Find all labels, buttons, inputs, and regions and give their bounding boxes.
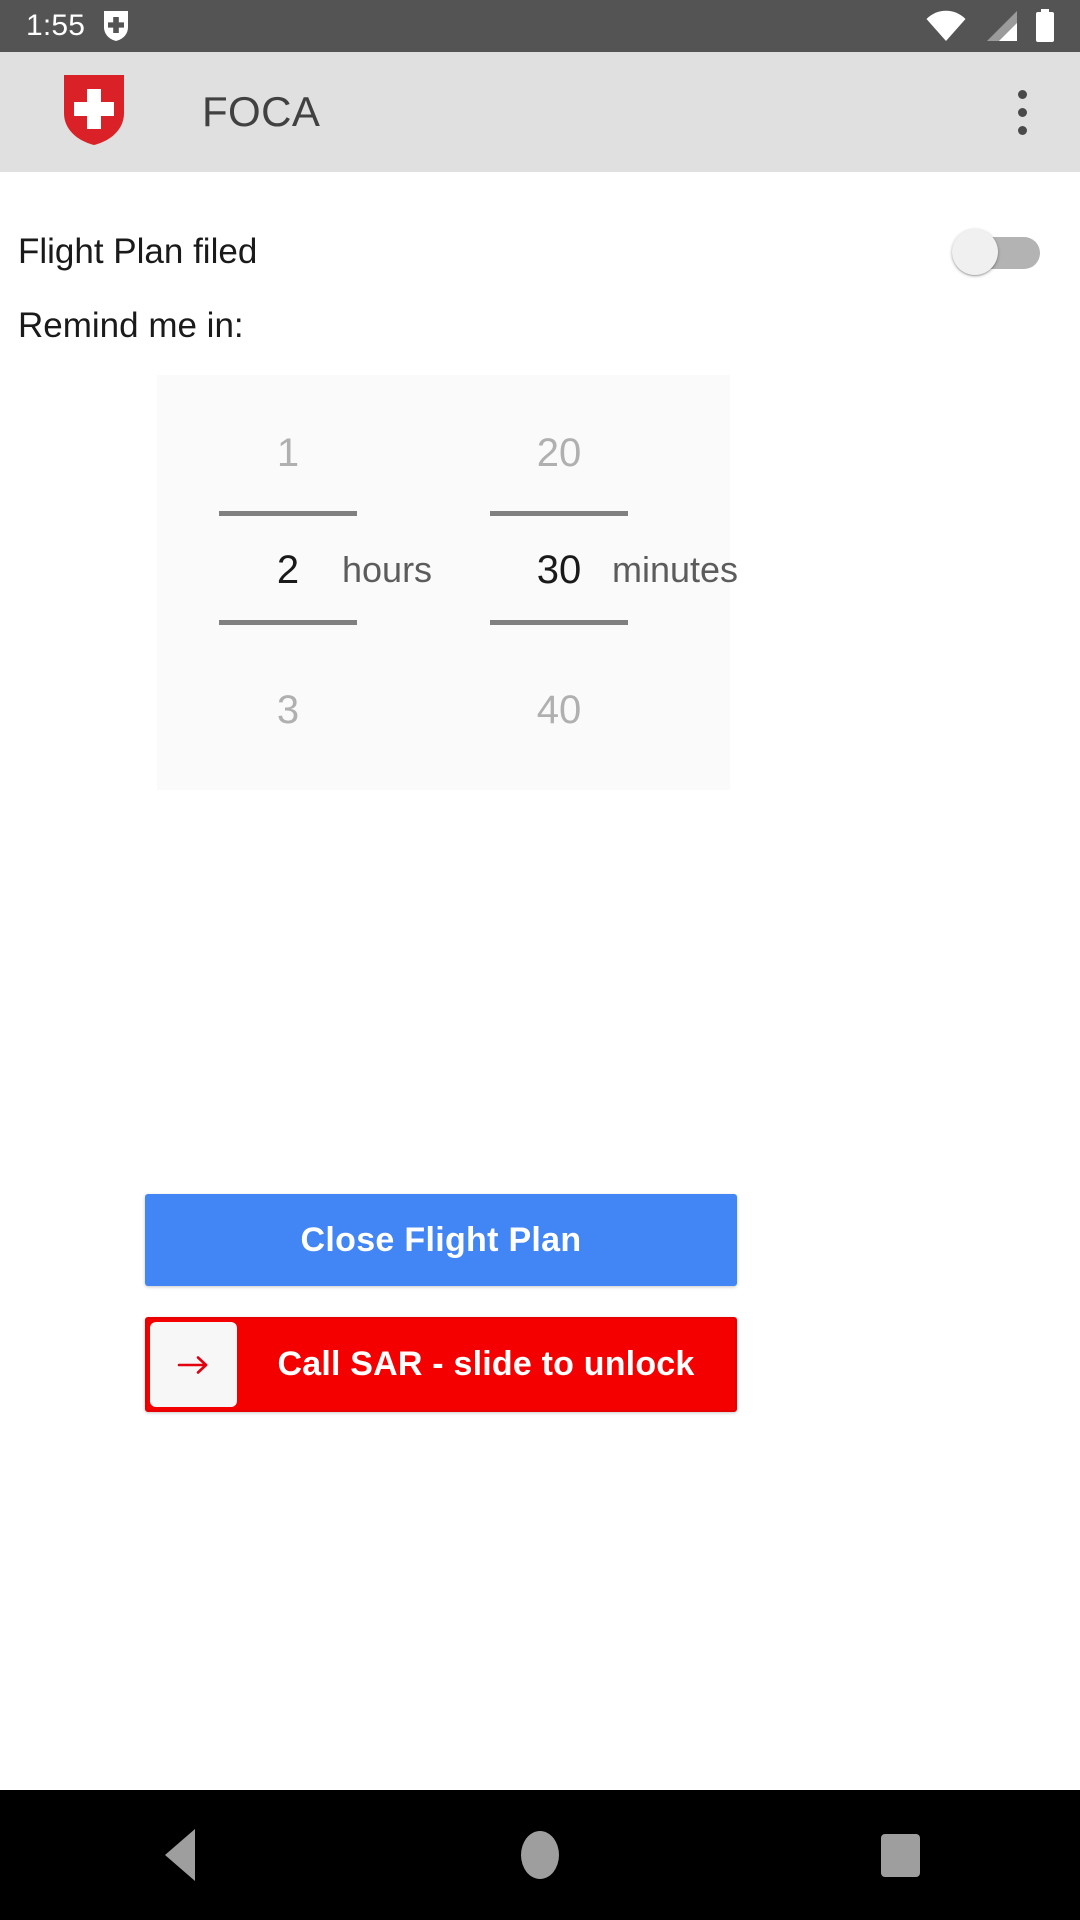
app-screen: 1:55 FOCA Flight Plan filed Remind me in… (0, 0, 1080, 1920)
hours-divider-top (219, 511, 357, 516)
more-options-icon[interactable] (992, 74, 1052, 150)
call-sar-slide-to-unlock[interactable]: Call SAR - slide to unlock (145, 1317, 737, 1412)
nav-home-button[interactable] (360, 1790, 720, 1920)
hours-divider-bottom (219, 620, 357, 625)
status-bar-clock: 1:55 (26, 9, 86, 42)
flight-plan-filed-row: Flight Plan filed (0, 212, 1080, 292)
flight-plan-filed-toggle[interactable] (952, 229, 1040, 275)
back-triangle-icon (165, 1829, 195, 1881)
hours-next-value[interactable]: 3 (188, 690, 388, 730)
battery-full-icon (1034, 9, 1056, 43)
swiss-shield-icon (103, 10, 129, 42)
nav-back-button[interactable] (0, 1790, 360, 1920)
remind-time-picker: 1 2 3 hours 20 30 40 minutes (157, 375, 738, 790)
wifi-icon (926, 10, 966, 42)
status-bar-system-icons (926, 9, 1056, 43)
nav-recents-button[interactable] (720, 1790, 1080, 1920)
arrow-right-icon (177, 1352, 211, 1378)
minutes-divider-top (490, 511, 628, 516)
hours-previous-value[interactable]: 1 (188, 433, 388, 473)
menu-dot (1017, 107, 1027, 117)
minutes-previous-value[interactable]: 20 (459, 433, 659, 473)
minutes-next-value[interactable]: 40 (459, 690, 659, 730)
home-circle-icon (521, 1831, 559, 1879)
status-bar-notification-icons (103, 10, 129, 42)
main-content: Flight Plan filed Remind me in: 1 2 3 ho… (0, 172, 1080, 1790)
close-flight-plan-button[interactable]: Close Flight Plan (145, 1194, 737, 1286)
swiss-confederation-shield-logo (62, 73, 126, 152)
toggle-thumb (952, 229, 998, 275)
menu-dot (1017, 125, 1027, 135)
android-navigation-bar (0, 1790, 1080, 1920)
cell-signal-icon (982, 10, 1018, 42)
flight-plan-filed-label: Flight Plan filed (18, 232, 258, 271)
minutes-unit-label: minutes (612, 549, 739, 590)
slide-to-unlock-thumb[interactable] (150, 1322, 237, 1407)
minutes-divider-bottom (490, 620, 628, 625)
call-sar-label: Call SAR - slide to unlock (277, 1345, 695, 1383)
app-bar: FOCA (0, 52, 1080, 172)
app-title: FOCA (202, 88, 321, 135)
status-bar: 1:55 (0, 0, 1080, 52)
menu-dot (1017, 89, 1027, 99)
recents-square-icon (880, 1833, 920, 1877)
hours-unit-label: hours (342, 549, 433, 590)
remind-me-label: Remind me in: (18, 306, 244, 345)
